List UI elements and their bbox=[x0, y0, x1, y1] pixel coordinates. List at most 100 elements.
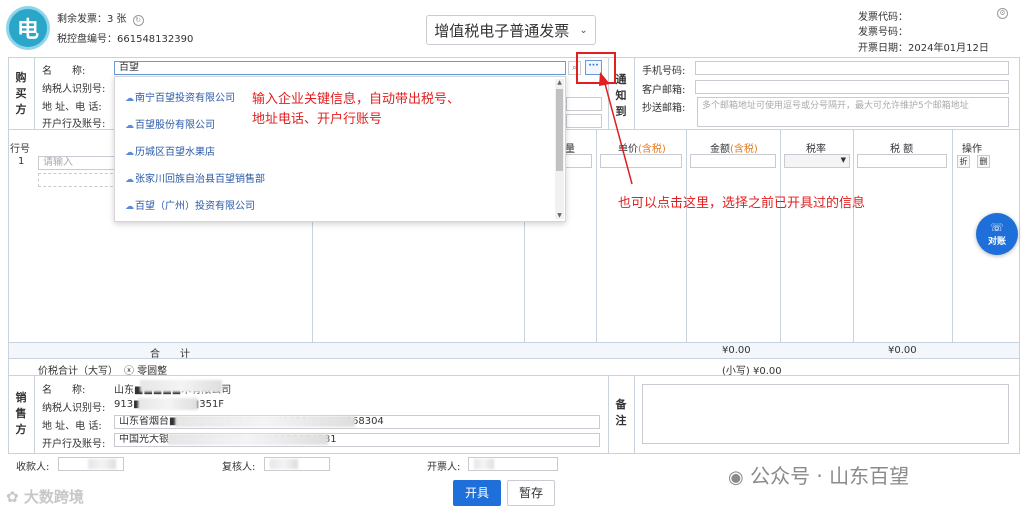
col-row-header: 行号 bbox=[10, 144, 30, 155]
col-rate-header: 税率 bbox=[806, 144, 826, 155]
cloud-icon: ☁ bbox=[125, 94, 134, 104]
watermark-left-text: 大数跨境 bbox=[23, 488, 84, 506]
buyer-side-label: 购买方 bbox=[15, 71, 27, 116]
invoice-code-label: 发票代码： bbox=[858, 12, 908, 23]
reviewer-blur bbox=[270, 459, 298, 469]
item-name-dashed bbox=[38, 173, 118, 187]
seller-side-label: 销售方 bbox=[15, 391, 27, 436]
seller-addr-label: 地 址、电 话: bbox=[42, 421, 102, 432]
save-draft-button[interactable]: 暂存 bbox=[507, 480, 555, 506]
chevron-down-icon: ⌄ bbox=[579, 24, 588, 36]
remark-textarea[interactable] bbox=[642, 384, 1009, 444]
dropdown-item[interactable]: ☁百望股份有限公司 bbox=[125, 116, 215, 131]
dropdown-item[interactable]: ☁历城区百望水果店 bbox=[125, 143, 215, 158]
tax-disk: 税控盘编号：661548132390 bbox=[57, 30, 193, 45]
item-name-input[interactable]: 请输入 bbox=[38, 156, 118, 170]
dropdown-item[interactable]: ☁张家川回族自治县百望销售部 bbox=[125, 170, 265, 185]
seller-bank-label: 开户行及账号: bbox=[42, 439, 106, 450]
annotation-note-1-line2: 地址电话、开户行账号 bbox=[252, 112, 383, 127]
seller-name-blur bbox=[140, 380, 222, 392]
issue-date-label: 开票日期： bbox=[858, 43, 908, 54]
wechat-icon: ◉ bbox=[728, 467, 744, 488]
seller-taxid-blur bbox=[138, 398, 198, 410]
seller-taxid-label: 纳税人识别号: bbox=[42, 403, 106, 414]
dropdown-item-label: 百望股份有限公司 bbox=[135, 120, 215, 131]
watermark-right-text: 公众号 · 山东百望 bbox=[750, 464, 910, 488]
scroll-up-icon[interactable]: ▲ bbox=[555, 79, 564, 86]
issue-date: 开票日期：2024年01月12日 bbox=[858, 39, 989, 54]
col-ops-header: 操作 bbox=[962, 144, 982, 155]
watermark-left-icon: ✿ bbox=[6, 488, 19, 506]
logo-char: 电 bbox=[16, 18, 39, 43]
issue-date-value: 2024年01月12日 bbox=[908, 43, 989, 54]
annotation-note-1: 输入企业关键信息，自动带出税号、 地址电话、开户行账号 bbox=[252, 90, 460, 130]
amount-input[interactable] bbox=[690, 154, 776, 168]
remaining-label: 剩余发票： bbox=[57, 14, 107, 25]
reviewer-label: 复核人: bbox=[222, 462, 256, 473]
buyer-addr-label: 地 址、电 话: bbox=[42, 102, 102, 113]
reconcile-float-button[interactable]: ☏ 对账 bbox=[976, 213, 1018, 255]
col-tax-header: 税 额 bbox=[890, 144, 914, 155]
dropdown-scrollbar[interactable]: ▲ ▼ bbox=[555, 79, 564, 219]
remaining-count: 3 张 bbox=[107, 14, 127, 25]
dropdown-item-label: 张家川回族自治县百望销售部 bbox=[135, 174, 265, 185]
invoice-no-label: 发票号码： bbox=[858, 27, 908, 38]
col-qty-header: 量 bbox=[565, 144, 575, 155]
total-tax: ¥0.00 bbox=[888, 345, 917, 356]
payee-label: 收款人: bbox=[16, 462, 50, 473]
scroll-down-icon[interactable]: ▼ bbox=[555, 212, 564, 219]
dropdown-item-label: 百望（广州）投资有限公司 bbox=[135, 201, 255, 212]
total-label: 合 计 bbox=[150, 349, 190, 360]
discount-button[interactable]: 折 bbox=[957, 155, 970, 168]
watermark-right: ◉ 公众号 · 山东百望 bbox=[728, 460, 909, 489]
dropdown-item[interactable]: ☁百望（广州）投资有限公司 bbox=[125, 197, 255, 212]
seller-bank-blur bbox=[168, 434, 328, 445]
issue-button[interactable]: 开具 bbox=[453, 480, 501, 506]
dropdown-item-label: 南宁百望投资有限公司 bbox=[135, 93, 235, 104]
tax-disk-no: 661548132390 bbox=[117, 34, 194, 45]
rate-chevron-icon: ▼ bbox=[840, 156, 846, 164]
buyer-bank-label: 开户行及账号: bbox=[42, 119, 106, 130]
app-logo: 电 bbox=[6, 6, 50, 50]
invoice-type-value: 增值税电子普通发票 bbox=[434, 21, 570, 40]
seller-addr-blur bbox=[175, 416, 355, 427]
row-number: 1 bbox=[18, 156, 25, 167]
refresh-icon[interactable]: ↻ bbox=[132, 15, 144, 26]
total-amount: ¥0.00 bbox=[722, 345, 751, 356]
seller-name-label: 名 称: bbox=[42, 385, 86, 396]
dropdown-item-label: 历城区百望水果店 bbox=[135, 147, 215, 158]
tax-input[interactable] bbox=[857, 154, 947, 168]
cloud-icon: ☁ bbox=[125, 175, 134, 185]
annotation-note-1-line1: 输入企业关键信息，自动带出税号、 bbox=[252, 92, 461, 107]
remaining-invoices: 剩余发票：3 张 ↻ bbox=[57, 10, 144, 26]
delete-row-button[interactable]: 删 bbox=[977, 155, 990, 168]
cc-email-textarea[interactable]: 多个邮箱地址可使用逗号或分号隔开，最大可允许维护5个邮箱地址 bbox=[697, 97, 1009, 127]
reconcile-icon: ☏ bbox=[990, 220, 1004, 234]
phone-input[interactable] bbox=[695, 61, 1009, 75]
grand-total-upper: ⓧ 零圆整 bbox=[124, 366, 168, 377]
col-amount-header: 金额(含税) bbox=[710, 140, 758, 155]
cloud-icon: ☁ bbox=[125, 202, 134, 212]
drawer-blur bbox=[474, 459, 494, 469]
invoice-type-select[interactable]: 增值税电子普通发票 ⌄ bbox=[426, 15, 596, 45]
grand-total-label: 价税合计（大写） bbox=[38, 366, 118, 377]
drawer-label: 开票人: bbox=[427, 462, 461, 473]
payee-blur bbox=[88, 459, 116, 469]
scrollbar-thumb[interactable] bbox=[556, 89, 563, 171]
remark-label: 备注 bbox=[615, 398, 627, 427]
tax-disk-label: 税控盘编号： bbox=[57, 34, 117, 45]
annotation-note-2: 也可以点击这里，选择之前已开具过的信息 bbox=[618, 196, 866, 211]
annotation-arrow bbox=[599, 72, 633, 185]
rate-select[interactable]: ▼ bbox=[784, 154, 850, 168]
buyer-name-input[interactable]: 百望 bbox=[114, 61, 566, 75]
dropdown-item[interactable]: ☁南宁百望投资有限公司 bbox=[125, 89, 235, 104]
watermark-left: ✿ 大数跨境 bbox=[6, 486, 84, 507]
buyer-taxid-label: 纳税人识别号: bbox=[42, 84, 106, 95]
grand-total-lower: (小写) ¥0.00 bbox=[722, 366, 782, 377]
reconcile-label: 对账 bbox=[987, 236, 1006, 247]
buyer-name-label: 名 称: bbox=[42, 66, 86, 77]
email-input[interactable] bbox=[695, 80, 1009, 94]
cloud-icon: ☁ bbox=[125, 148, 134, 158]
cloud-icon: ☁ bbox=[125, 121, 134, 131]
settings-icon[interactable]: ⚙ bbox=[997, 8, 1008, 19]
